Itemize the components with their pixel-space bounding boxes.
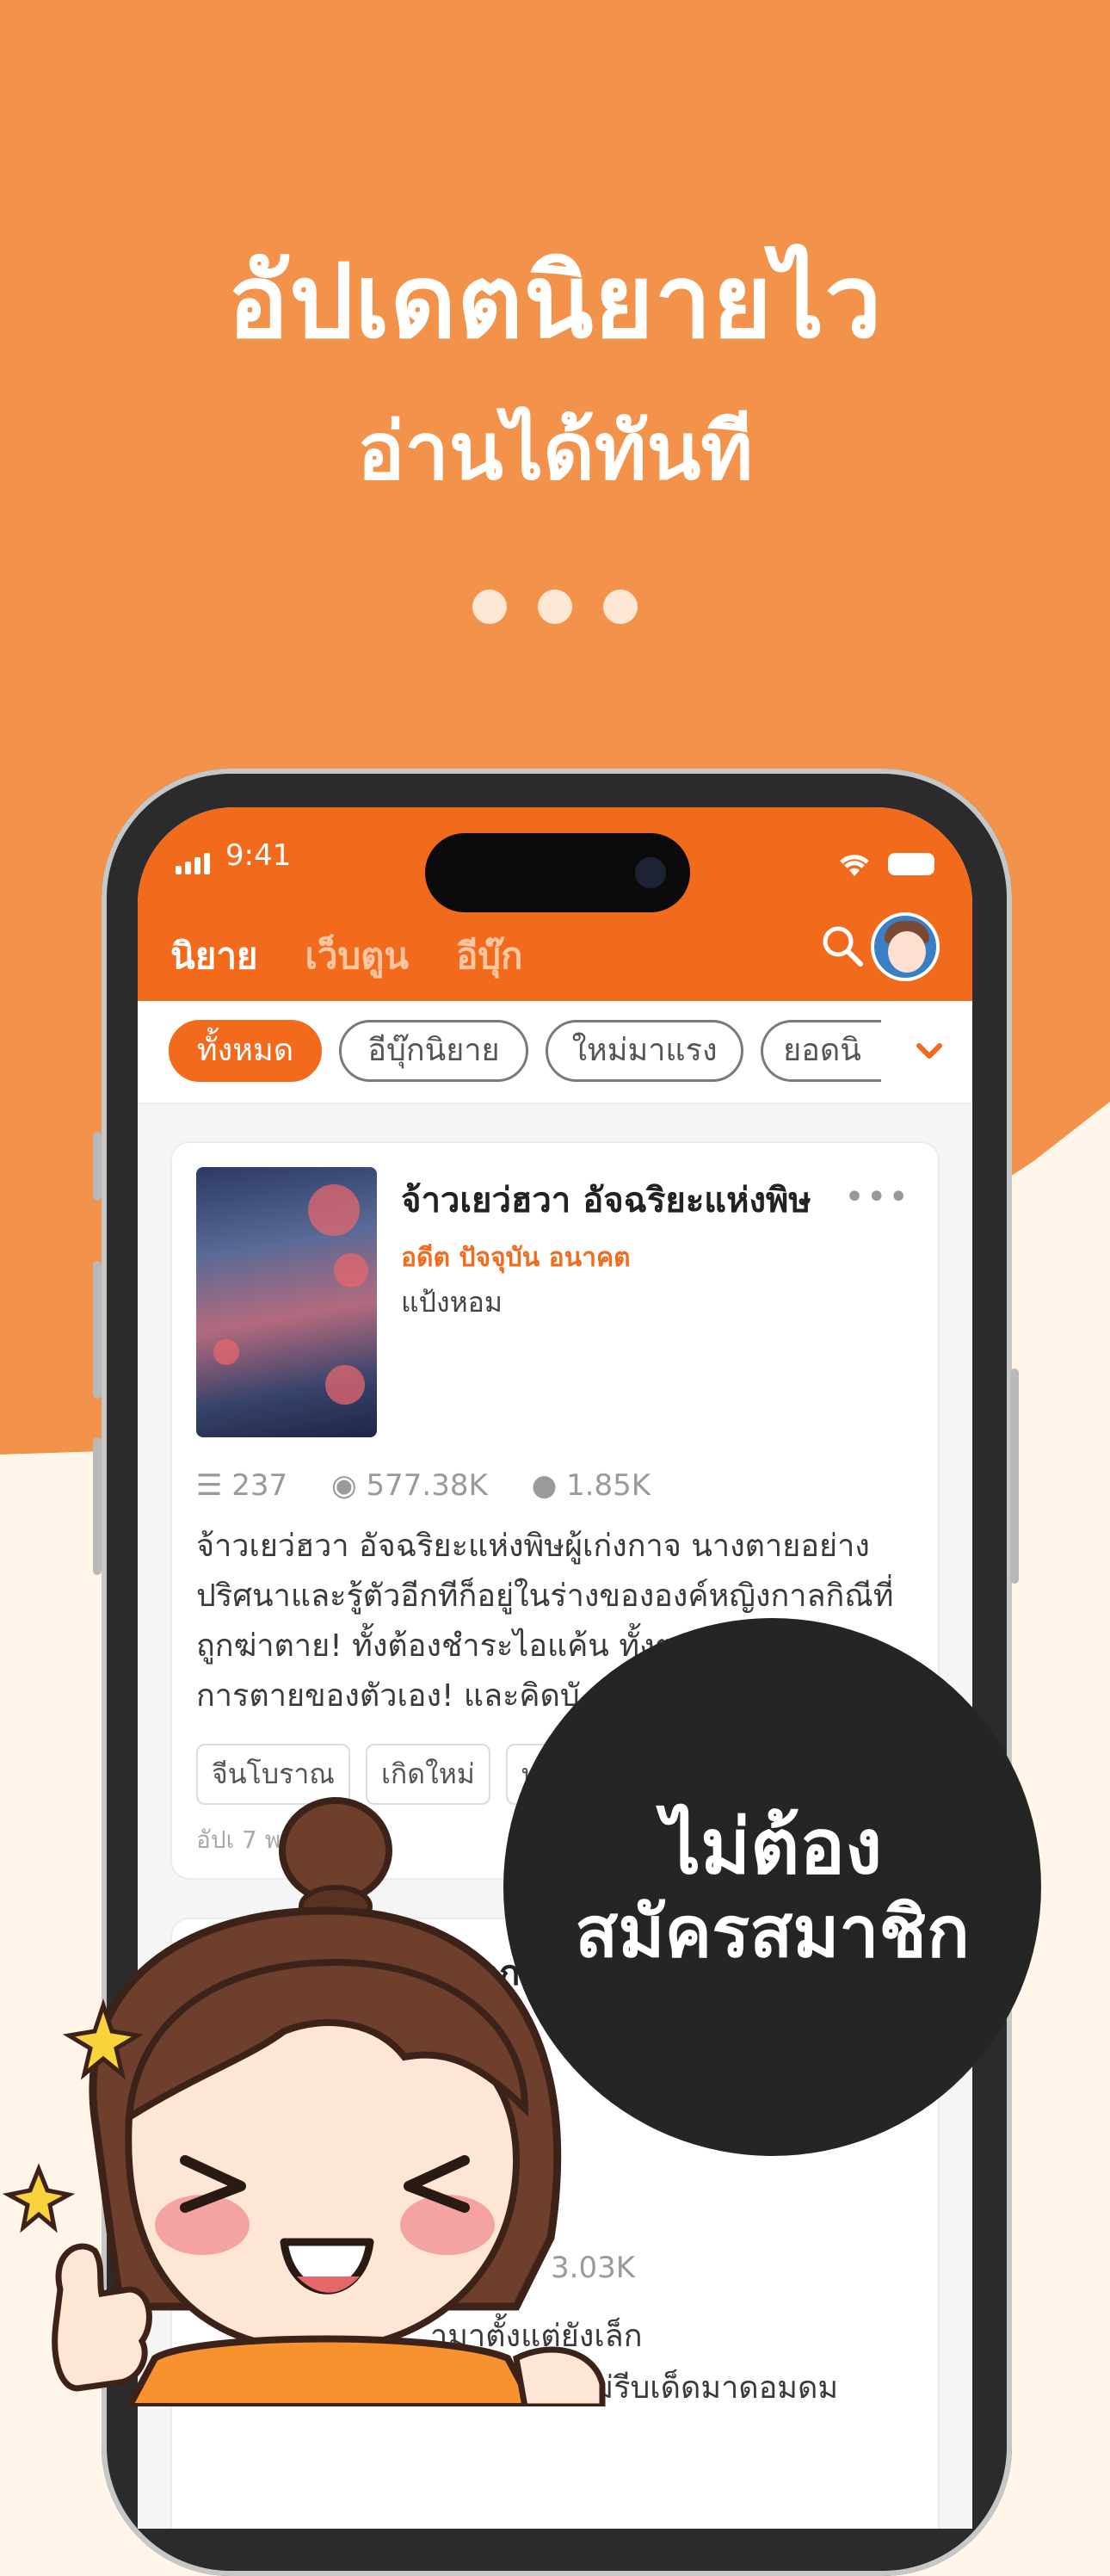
dynamic-island <box>425 833 690 912</box>
comment-count: 1.85K <box>566 1468 651 1503</box>
status-time: 9:41 <box>225 838 292 873</box>
list-icon: ☰ <box>196 1468 223 1503</box>
novel-genre: อดีต ปัจจุบัน อนาคต <box>401 1243 631 1273</box>
status-bar-right <box>836 845 934 880</box>
chip-trending[interactable]: ใหม่มาแรง <box>546 1020 743 1082</box>
wifi-icon <box>840 854 869 876</box>
chip-ebook-novel[interactable]: อีบุ๊กนิยาย <box>339 1020 528 1082</box>
pager-dot <box>538 590 572 624</box>
tab-novel[interactable]: นิยาย <box>170 935 258 977</box>
more-icon[interactable]: ••• <box>844 1177 910 1217</box>
mascot-illustration <box>2 1797 606 2406</box>
chip-top[interactable]: ยอดนิ <box>761 1020 881 1082</box>
chevron-down-icon[interactable] <box>912 1034 947 1068</box>
phone-side-button <box>93 1132 102 1201</box>
pager-dot <box>472 590 507 624</box>
promo-headline: อัปเดตนิยายไว <box>227 242 883 361</box>
user-avatar[interactable] <box>871 912 940 981</box>
phone-side-button <box>1010 1368 1019 1584</box>
novel-title: จ้าวเยว่ฮวา อัจฉริยะแห่งพิษ <box>401 1181 811 1220</box>
battery-icon <box>888 852 934 875</box>
description-line: ปริศนาและรู้ตัวอีกทีก็อยู่ในร่างขององค์ห… <box>196 1578 894 1614</box>
filter-chips: ทั้งหมด อีบุ๊กนิยาย ใหม่มาแรง ยอดนิ <box>138 1001 972 1104</box>
pager-dots <box>0 590 1110 627</box>
chapter-count: 237 <box>231 1468 288 1503</box>
app-header: 9:41 นิยาย เว็บตูน อีบุ๊ก <box>138 807 972 1001</box>
status-bar-left: 9:41 <box>176 838 291 874</box>
search-icon[interactable] <box>820 924 865 968</box>
content-tabs: นิยาย เว็บตูน อีบุ๊ก <box>170 928 570 985</box>
phone-side-button <box>93 1437 102 1575</box>
comment-icon: ● <box>531 1468 558 1503</box>
cellular-signal-icon <box>176 840 213 874</box>
promo-subheadline: อ่านได้ทันที <box>357 405 753 497</box>
camera-icon <box>635 857 666 888</box>
eye-icon: ◉ <box>331 1468 357 1503</box>
view-count: 577.38K <box>366 1468 488 1503</box>
novel-author: แป้งหอม <box>401 1286 503 1319</box>
description-line: จ้าวเยว่ฮวา อัจฉริยะแห่งพิษผู้เก่งกาจ นา… <box>196 1529 870 1564</box>
chip-all[interactable]: ทั้งหมด <box>169 1020 322 1082</box>
avatar-face <box>888 931 926 973</box>
tab-webtoon[interactable]: เว็บตูน <box>305 935 410 977</box>
novel-stats: ☰ 237 ◉ 577.38K ● 1.85K <box>196 1468 685 1503</box>
book-cover <box>196 1167 377 1437</box>
tab-ebook[interactable]: อีบุ๊ก <box>456 935 522 977</box>
phone-side-button <box>93 1261 102 1399</box>
pager-dot <box>603 590 638 624</box>
